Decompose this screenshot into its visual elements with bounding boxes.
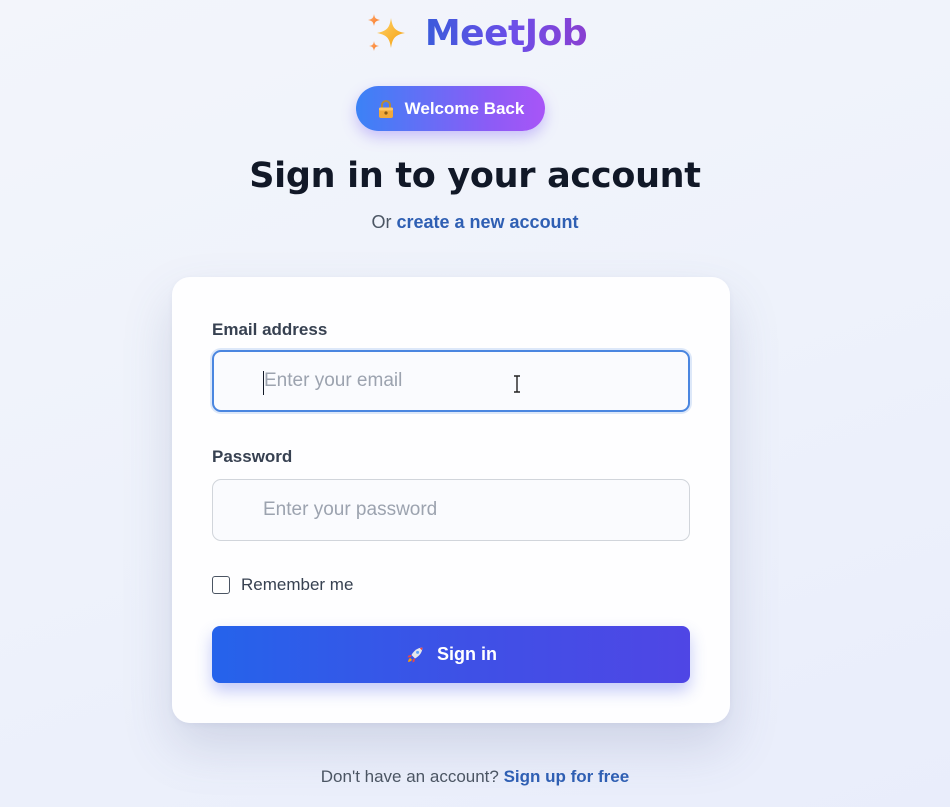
remember-me-checkbox[interactable] bbox=[212, 576, 230, 594]
password-label: Password bbox=[212, 447, 293, 466]
create-account-link[interactable]: create a new account bbox=[396, 212, 578, 232]
welcome-badge: Welcome Back bbox=[356, 86, 545, 131]
welcome-badge-label: Welcome Back bbox=[404, 98, 525, 118]
remember-me-label: Remember me bbox=[241, 575, 354, 594]
rocket-icon bbox=[407, 647, 423, 662]
page-title: Sign in to your account bbox=[249, 156, 701, 196]
subtitle-prefix: Or bbox=[371, 212, 392, 232]
brand-logo: MeetJob bbox=[0, 10, 950, 58]
sign-up-link[interactable]: Sign up for free bbox=[504, 767, 630, 786]
brand-name: MeetJob bbox=[425, 10, 588, 58]
password-field[interactable] bbox=[212, 479, 690, 541]
email-label: Email address bbox=[212, 320, 328, 339]
email-field[interactable] bbox=[212, 350, 690, 412]
remember-me[interactable]: Remember me bbox=[212, 574, 353, 596]
sparkles-icon bbox=[367, 14, 405, 51]
text-cursor-icon bbox=[514, 375, 520, 393]
lock-icon bbox=[378, 99, 393, 118]
sign-in-button[interactable]: Sign in bbox=[212, 626, 690, 683]
text-caret bbox=[263, 371, 264, 395]
subtitle: Or create a new account bbox=[0, 210, 950, 234]
signup-prompt-text: Don't have an account? bbox=[320, 767, 499, 786]
sign-in-label: Sign in bbox=[437, 644, 497, 664]
signup-prompt: Don't have an account? Sign up for free bbox=[0, 766, 950, 788]
login-card: Email address Password Remember me Sign … bbox=[172, 277, 730, 723]
